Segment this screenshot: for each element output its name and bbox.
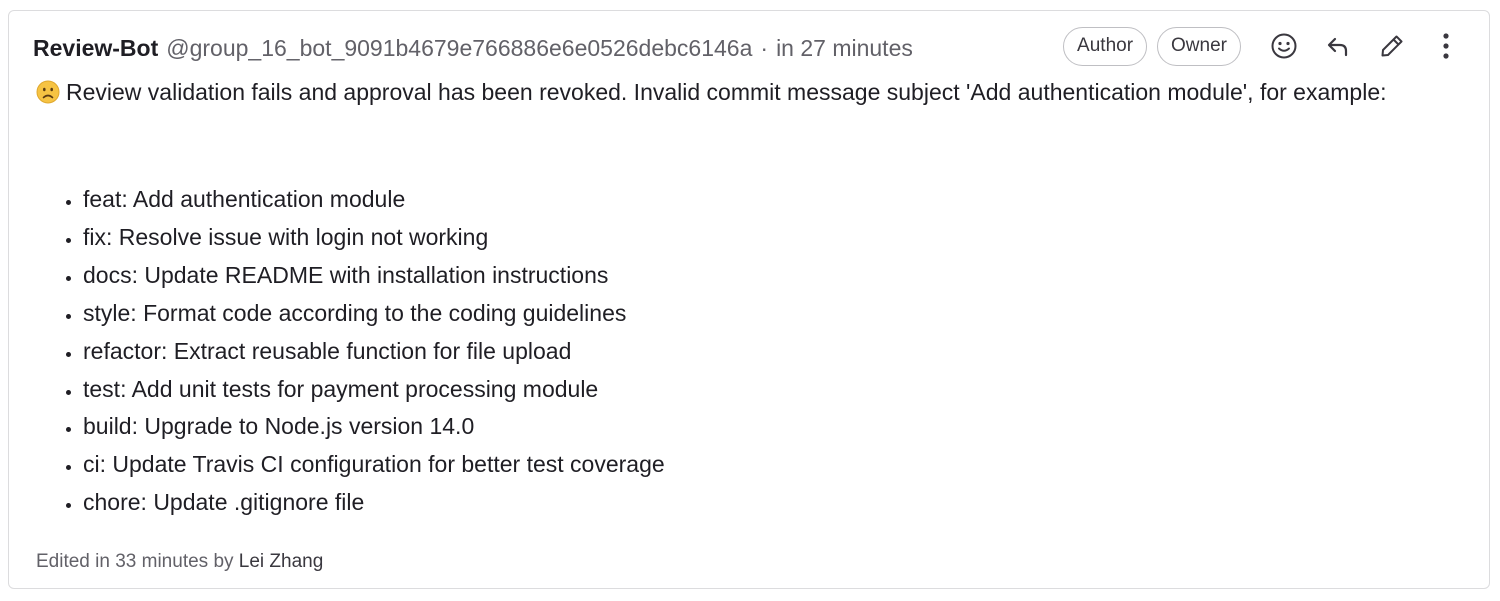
commit-examples-list: feat: Add authentication module fix: Res…	[59, 181, 665, 522]
reply-button[interactable]	[1317, 26, 1359, 66]
comment-note: Review-Bot @group_16_bot_9091b4679e76688…	[8, 10, 1490, 589]
emoji-reaction-button[interactable]	[1263, 26, 1305, 66]
separator-dot: ·	[760, 34, 769, 61]
edit-pencil-icon	[1381, 35, 1403, 57]
note-timestamp[interactable]: in 27 minutes	[776, 35, 913, 62]
edit-button[interactable]	[1371, 26, 1413, 66]
emoji-reaction-icon	[1271, 33, 1297, 59]
editor-name-link[interactable]: Lei Zhang	[239, 551, 324, 572]
list-item: build: Upgrade to Node.js version 14.0	[83, 408, 665, 446]
more-actions-icon	[1443, 33, 1449, 59]
author-name[interactable]: Review-Bot	[33, 35, 158, 62]
note-message: Review validation fails and approval has…	[66, 79, 1387, 105]
list-item: style: Format code according to the codi…	[83, 295, 665, 333]
author-handle[interactable]: @group_16_bot_9091b4679e766886e6e0526deb…	[166, 35, 752, 62]
note-body: Review validation fails and approval has…	[36, 73, 1456, 111]
list-item: test: Add unit tests for payment process…	[83, 371, 665, 409]
list-item: chore: Update .gitignore file	[83, 484, 665, 522]
list-item: ci: Update Travis CI configuration for b…	[83, 446, 665, 484]
list-item: fix: Resolve issue with login not workin…	[83, 219, 665, 257]
more-actions-button[interactable]	[1425, 26, 1467, 66]
slightly-frowning-face-icon	[36, 80, 60, 104]
edited-info: Edited in 33 minutes by Lei Zhang	[36, 551, 323, 573]
list-item: refactor: Extract reusable function for …	[83, 333, 665, 371]
edited-prefix: Edited in 33 minutes by	[36, 551, 234, 572]
list-item: docs: Update README with installation in…	[83, 257, 665, 295]
note-header: Review-Bot @group_16_bot_9091b4679e76688…	[33, 31, 913, 65]
owner-badge: Owner	[1157, 26, 1241, 66]
note-actions: Author Owner	[1063, 26, 1467, 66]
author-badge: Author	[1063, 26, 1148, 66]
list-item: feat: Add authentication module	[83, 181, 665, 219]
reply-icon	[1327, 37, 1348, 57]
